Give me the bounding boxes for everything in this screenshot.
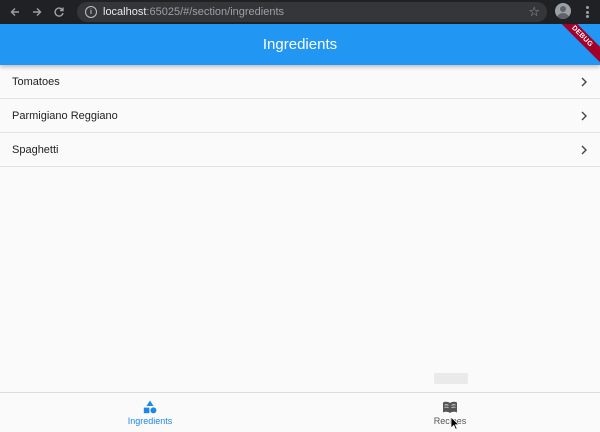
mouse-cursor-icon xyxy=(450,416,460,430)
list-item-label: Spaghetti xyxy=(12,143,59,156)
chevron-right-icon xyxy=(581,145,587,154)
chevron-right-icon xyxy=(581,77,587,86)
category-shapes-icon xyxy=(143,400,157,413)
star-icon[interactable]: ☆ xyxy=(528,4,540,20)
nav-item-label: Ingredients xyxy=(127,415,173,426)
page-title: Ingredients xyxy=(262,36,338,53)
profile-avatar-icon[interactable] xyxy=(555,3,571,19)
open-book-icon xyxy=(443,401,457,413)
url-host: localhost xyxy=(103,6,147,18)
back-arrow-icon[interactable] xyxy=(6,3,24,21)
browser-toolbar: i localhost:65025/#/section/ingredients … xyxy=(0,0,600,24)
url-text[interactable]: localhost:65025/#/section/ingredients xyxy=(103,6,284,18)
app-bar: Ingredients DEBUG xyxy=(0,24,600,65)
reload-icon[interactable] xyxy=(50,3,68,21)
ingredients-list: Tomatoes Parmigiano Reggiano Spaghetti xyxy=(0,65,600,167)
list-item-tomatoes[interactable]: Tomatoes xyxy=(0,65,600,99)
list-item-label: Tomatoes xyxy=(12,75,60,88)
url-path: :65025/#/section/ingredients xyxy=(146,6,285,18)
debug-banner: DEBUG xyxy=(553,24,600,65)
more-vert-icon[interactable] xyxy=(580,4,594,20)
nav-item-ingredients[interactable]: Ingredients xyxy=(120,393,180,432)
forward-arrow-icon[interactable] xyxy=(28,3,46,21)
info-icon[interactable]: i xyxy=(85,6,97,18)
list-item-label: Parmigiano Reggiano xyxy=(12,109,118,122)
tooltip-fading xyxy=(434,373,468,384)
bottom-navigation-bar: Ingredients Recipes xyxy=(0,392,600,432)
chevron-right-icon xyxy=(581,111,587,120)
address-bar[interactable]: i localhost:65025/#/section/ingredients … xyxy=(77,2,547,22)
list-item-spaghetti[interactable]: Spaghetti xyxy=(0,133,600,167)
list-item-parmigiano-reggiano[interactable]: Parmigiano Reggiano xyxy=(0,99,600,133)
